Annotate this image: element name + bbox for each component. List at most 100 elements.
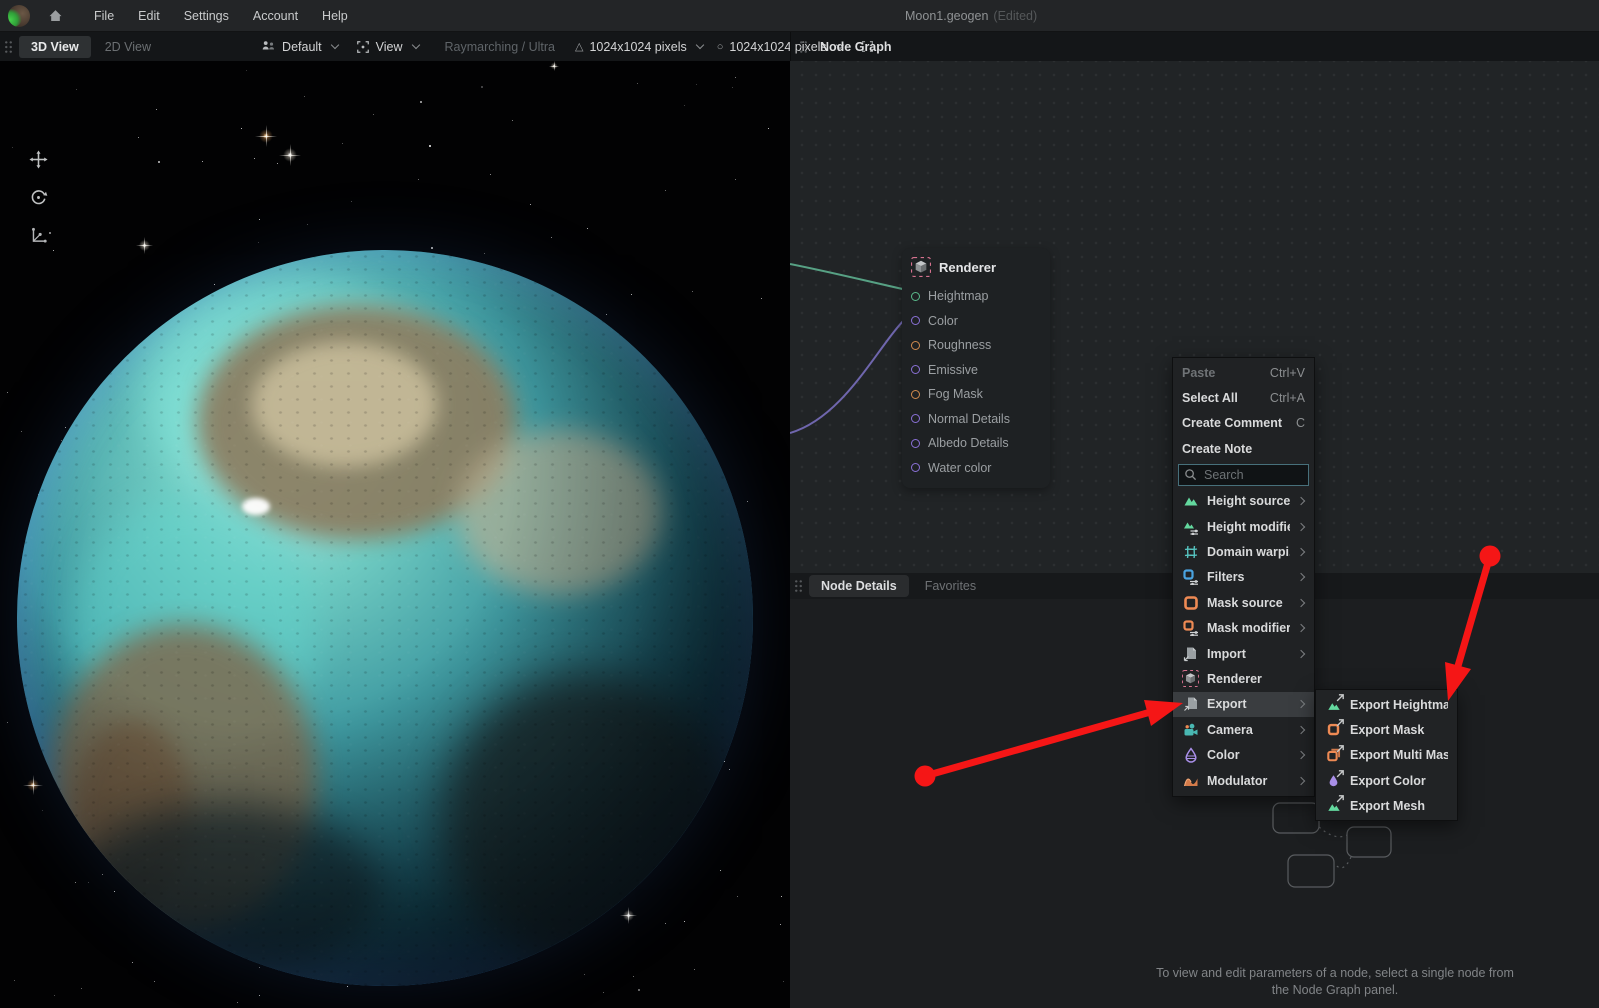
renderer-node-header[interactable]: Renderer (902, 254, 1050, 284)
port-emissive[interactable] (911, 365, 920, 375)
preset-dropdown[interactable]: Default (261, 39, 339, 54)
menu-item-height-source[interactable]: Height source (1173, 489, 1314, 514)
menu-item-export[interactable]: Export (1173, 691, 1314, 718)
export-icon (1182, 696, 1199, 713)
import-icon (1182, 645, 1199, 662)
chevron-down-icon (411, 40, 420, 50)
drag-handle[interactable] (794, 579, 803, 593)
chevron-right-icon (1296, 547, 1306, 557)
chevron-right-icon (1296, 497, 1306, 506)
filters-icon (1182, 569, 1199, 586)
menu-item-export-color[interactable]: Export Color (1316, 768, 1457, 793)
menu-file[interactable]: File (82, 0, 126, 32)
tab-3d-view[interactable]: 3D View (19, 35, 91, 58)
port-roughness[interactable] (911, 340, 920, 350)
node-title: Renderer (939, 259, 997, 275)
shortcut-label: Ctrl+V (1269, 365, 1305, 380)
camera-icon (1182, 721, 1199, 738)
document-title: Moon1.geogen (Edited) (905, 0, 1037, 32)
mask-modifier-icon (1182, 620, 1199, 637)
chevron-down-icon (695, 40, 704, 50)
search-icon (1185, 468, 1197, 480)
planet-render (17, 250, 753, 986)
export-multi-masks-icon (1325, 744, 1344, 764)
chevron-right-icon (1296, 598, 1306, 608)
render-mode-label[interactable]: Raymarching / Ultra (445, 40, 555, 54)
menu-settings[interactable]: Settings (172, 0, 241, 32)
export-mask-icon (1325, 719, 1344, 738)
tab-favorites[interactable]: Favorites (913, 575, 988, 597)
file-name: Moon1.geogen (905, 9, 989, 23)
menu-item-export-mesh[interactable]: Export Mesh (1316, 793, 1457, 818)
view-icon (356, 40, 369, 53)
chevron-right-icon (1296, 649, 1306, 658)
menu-help[interactable]: Help (310, 0, 360, 32)
move-tool-icon[interactable] (28, 149, 48, 169)
menu-item-select-all[interactable]: Select All Ctrl+A (1173, 385, 1314, 410)
preset-icon (262, 41, 275, 50)
empty-state-hint: To view and edit parameters of a node, s… (1156, 966, 1514, 997)
tab-2d-view[interactable]: 2D View (93, 36, 163, 58)
app-logo-icon[interactable] (8, 4, 30, 27)
menu-item-create-comment[interactable]: Create Comment C (1173, 411, 1314, 436)
port-color[interactable] (911, 316, 920, 326)
height-modifier-icon (1182, 518, 1199, 535)
circle-icon: ○ (716, 40, 724, 53)
menu-edit[interactable]: Edit (126, 0, 172, 32)
triangle-icon: △ (574, 41, 584, 53)
cube-icon (911, 257, 931, 277)
port-albedo-details[interactable] (911, 438, 920, 448)
drag-handle[interactable] (799, 39, 808, 54)
home-icon[interactable] (42, 5, 68, 27)
orbit-tool-icon[interactable] (28, 187, 48, 207)
shortcut-label: Ctrl+A (1269, 391, 1305, 406)
menu-account[interactable]: Account (241, 0, 310, 32)
menu-item-export-multi-masks[interactable]: Export Multi Masks (1316, 743, 1457, 768)
port-normal-details[interactable] (911, 414, 920, 424)
chevron-right-icon (1296, 700, 1306, 709)
chevron-right-icon (1296, 522, 1306, 531)
chevron-right-icon (1296, 776, 1306, 785)
renderer-icon (1182, 670, 1199, 688)
menu-search (1173, 462, 1314, 489)
viewport-3d[interactable] (0, 61, 790, 1008)
port-row-roughness: Roughness (902, 333, 1050, 358)
menu-item-height-modifier[interactable]: Height modifier (1173, 514, 1314, 539)
port-heightmap[interactable] (911, 291, 920, 301)
menu-item-import[interactable]: Import (1173, 641, 1314, 666)
port-row-albedo-details: Albedo Details (902, 431, 1050, 456)
view-dropdown[interactable]: View (356, 40, 420, 54)
export-heightmap-icon (1325, 694, 1344, 713)
menu-item-camera[interactable]: Camera (1173, 717, 1314, 742)
shortcut-label: C (1295, 416, 1305, 431)
renderer-node[interactable]: Renderer Heightmap Color Roughness Emiss… (902, 248, 1050, 488)
tab-node-details[interactable]: Node Details (809, 575, 909, 597)
toolbar: 3D View 2D View Default View Raymarching… (0, 32, 1599, 61)
menu-item-renderer[interactable]: Renderer (1173, 666, 1314, 691)
export-mesh-icon (1325, 795, 1344, 814)
drag-handle[interactable] (4, 39, 13, 54)
menu-item-paste[interactable]: Paste Ctrl+V (1173, 360, 1314, 385)
modulator-icon (1182, 772, 1199, 789)
menu-item-mask-modifier[interactable]: Mask modifier (1173, 616, 1314, 641)
port-fog-mask[interactable] (911, 389, 920, 399)
search-input[interactable] (1178, 463, 1309, 486)
heightmap-resolution-dropdown[interactable]: △ 1024x1024 pixels (574, 40, 704, 54)
menu-item-color[interactable]: Color (1173, 742, 1314, 767)
menu-item-modulator[interactable]: Modulator (1173, 768, 1314, 793)
menu-item-create-note[interactable]: Create Note (1173, 436, 1314, 461)
menu-item-domain-warping[interactable]: Domain warpi... (1173, 539, 1314, 564)
chevron-right-icon (1296, 623, 1306, 633)
menu-item-mask-source[interactable]: Mask source (1173, 590, 1314, 615)
chevron-right-icon (1296, 573, 1306, 582)
scale-tool-icon[interactable] (28, 225, 48, 245)
color-icon (1182, 747, 1199, 764)
menu-item-export-heightmap[interactable]: Export Heightmap (1316, 692, 1457, 717)
port-row-color: Color (902, 309, 1050, 334)
menu-item-export-mask[interactable]: Export Mask (1316, 717, 1457, 742)
port-row-emissive: Emissive (902, 358, 1050, 383)
menu-item-filters[interactable]: Filters (1173, 565, 1314, 590)
port-row-heightmap: Heightmap (902, 284, 1050, 309)
port-water-color[interactable] (911, 463, 920, 473)
port-row-water-color: Water color (902, 456, 1050, 481)
